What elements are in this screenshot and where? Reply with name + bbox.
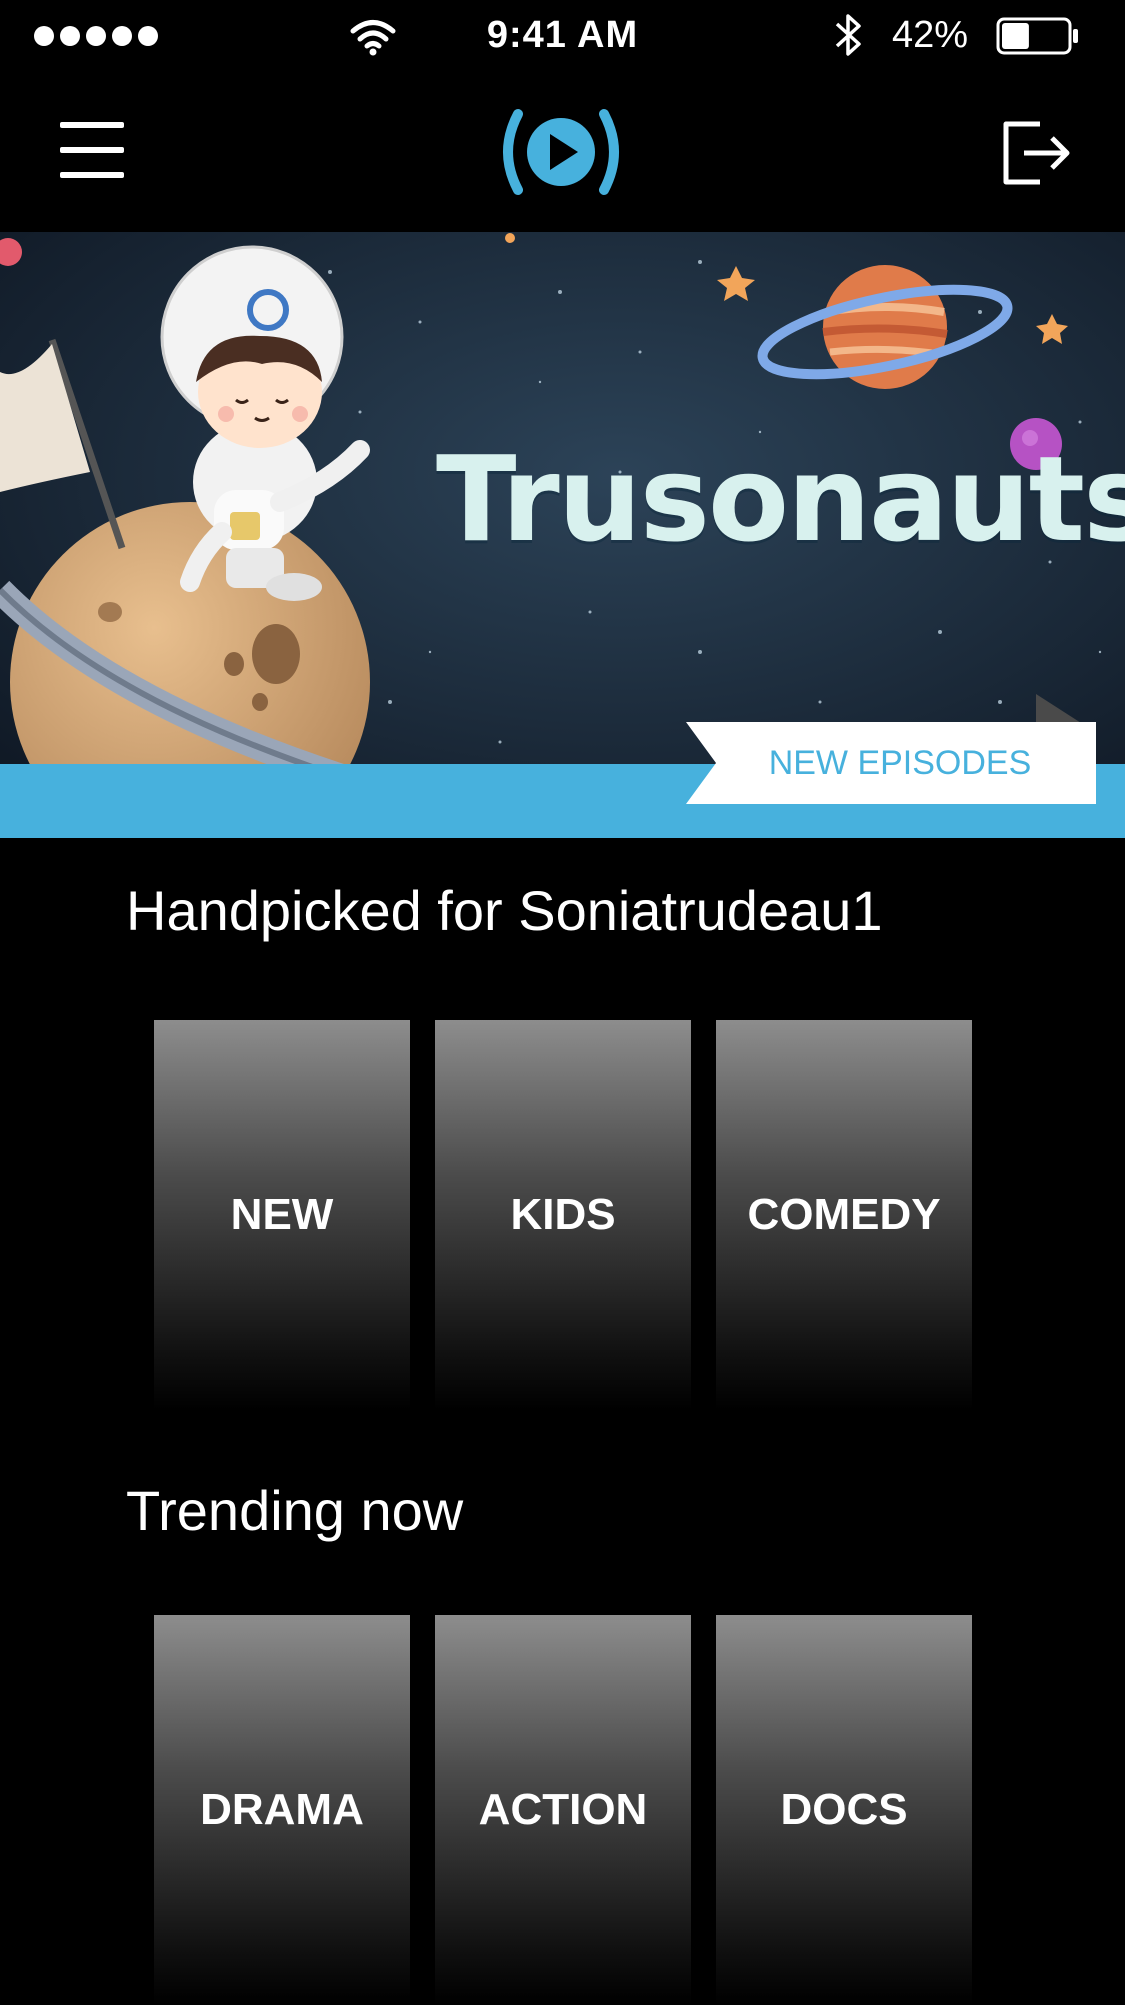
section-title-handpicked: Handpicked for Soniatrudeau1 [126, 879, 883, 942]
category-tile-label: DOCS [780, 1785, 908, 1834]
category-tile-drama[interactable]: DRAMA [154, 1615, 410, 2005]
category-tile-label: ACTION [478, 1785, 648, 1834]
status-bar: 9:41 AM 42% [0, 0, 1125, 72]
category-tile-new[interactable]: NEW [154, 1020, 410, 1410]
category-tile-comedy[interactable]: COMEDY [716, 1020, 972, 1410]
category-tile-label: KIDS [510, 1190, 616, 1239]
battery-percent: 42% [892, 14, 969, 56]
battery-icon [996, 17, 1078, 55]
hero-title: Trusonauts [436, 430, 1125, 568]
category-tile-docs[interactable]: DOCS [716, 1615, 972, 2005]
hamburger-menu-icon[interactable] [60, 122, 124, 182]
handpicked-tiles: NEW KIDS COMEDY [154, 1020, 972, 1410]
category-tile-action[interactable]: ACTION [435, 1615, 691, 2005]
bluetooth-icon [835, 14, 861, 56]
top-nav-bar [0, 72, 1125, 232]
play-logo-icon[interactable] [496, 106, 626, 198]
new-episodes-badge[interactable]: NEW EPISODES [686, 722, 1096, 804]
category-tile-kids[interactable]: KIDS [435, 1020, 691, 1410]
new-episodes-label: NEW EPISODES [768, 743, 1032, 782]
trending-tiles: DRAMA ACTION DOCS [154, 1615, 972, 2005]
category-tile-label: DRAMA [200, 1785, 364, 1834]
featured-banner[interactable]: Trusonauts NEW EPISODES [0, 232, 1125, 838]
category-tile-label: COMEDY [747, 1190, 941, 1239]
category-tile-label: NEW [230, 1190, 334, 1239]
logout-icon[interactable] [1000, 116, 1072, 188]
section-title-trending: Trending now [126, 1479, 464, 1542]
